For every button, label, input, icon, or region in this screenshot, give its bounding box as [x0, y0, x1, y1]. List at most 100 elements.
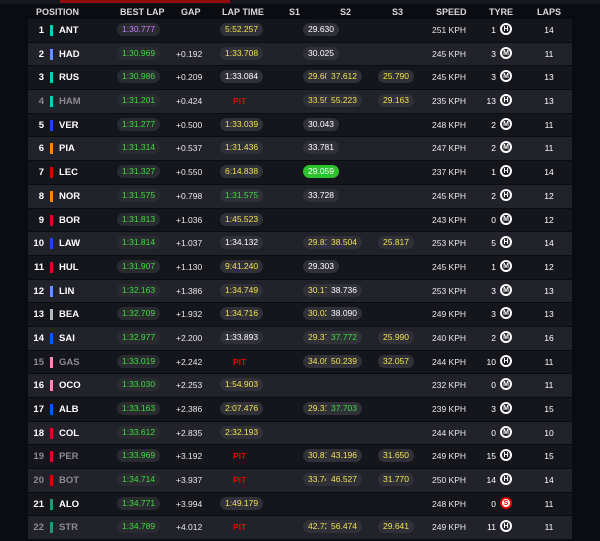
tyre-compound-icon: H — [500, 449, 512, 462]
tyre-compound-icon: M — [500, 46, 512, 59]
table-row[interactable]: 9 BOR 1:31.813 +1.036 1:45.523 243 KPH 0 M 12 — [28, 208, 572, 233]
header-tyre[interactable]: TYRE — [489, 7, 513, 17]
laps-value: 11 — [544, 48, 554, 59]
table-row[interactable]: 11 HUL 1:31.907 +1.130 9:41.240 29.303 245 KPH… — [28, 255, 572, 280]
tyre-compound-icon: H — [500, 94, 512, 107]
driver-code: LAW — [59, 238, 81, 250]
lap-time-value: 1:49.179 — [220, 496, 264, 510]
team-color-bar — [50, 285, 53, 297]
header-gap[interactable]: GAP — [181, 7, 201, 17]
table-row[interactable]: 14 SAI 1:32.977 +2.200 1:33.893 29.371 37.772 2… — [28, 326, 572, 351]
table-row[interactable]: 1 ANT 1:30.777 5:52.257 29.630 251 KPH 1 H 14 — [28, 19, 572, 43]
lap-time-value: 1:31.575 — [220, 188, 264, 202]
laps-value: 13 — [544, 96, 554, 107]
header-lap-time[interactable]: LAP TIME — [222, 7, 264, 17]
driver-code: STR — [59, 522, 78, 534]
driver-code: ANT — [59, 25, 79, 36]
header-position[interactable]: POSITION — [36, 7, 79, 17]
driver-code: LIN — [59, 285, 75, 297]
table-row[interactable]: 17 ALB 1:33.163 +2.386 2:07.476 29.317 37.703 2… — [28, 398, 572, 422]
header-speed[interactable]: SPEED — [436, 7, 467, 17]
best-lap-value: 1:30.969 — [117, 46, 161, 60]
gap-value: +1.037 — [176, 238, 203, 249]
sector-1-value: 33.728 — [303, 188, 339, 202]
sector-2-value: 38.090 — [326, 307, 362, 321]
laps-value: 11 — [544, 356, 554, 367]
lap-time-value: 1:33.708 — [220, 46, 264, 60]
row-position: 12 — [33, 285, 44, 297]
sector-3-value: 29.163 — [378, 94, 414, 108]
table-row[interactable]: 2 HAD 1:30.969 +0.192 1:33.708 30.025 245 KPH 3… — [28, 42, 572, 67]
tyre-compound-icon: M — [500, 378, 512, 391]
gap-value: +3.937 — [176, 475, 203, 486]
lap-time-value: 5:52.257 — [220, 23, 264, 36]
team-color-bar — [50, 380, 53, 392]
table-row[interactable]: 10 LAW 1:31.814 +1.037 1:34.132 29.811 38.504 2… — [28, 232, 572, 256]
tyre-age: 0 — [491, 498, 496, 509]
table-row[interactable]: 7 LEC 1:31.327 +0.550 6:14.838 29.059 237 KPH 1… — [28, 161, 572, 185]
table-row[interactable]: 4 HAM 1:31.201 +0.424 PIT 33.596 55.223 29.163 2… — [28, 90, 572, 114]
row-position: 20 — [33, 475, 44, 487]
team-color-bar — [50, 48, 53, 60]
laps-value: 11 — [544, 119, 554, 130]
sector-1-value: 29.630 — [303, 23, 339, 36]
table-row[interactable]: 22 STR 1:34.789 +4.012 PIT 42.726 56.474 29.641… — [28, 516, 572, 541]
tyre-age: 3 — [491, 48, 496, 59]
gap-value: +0.550 — [176, 167, 203, 178]
tyre-age: 15 — [486, 451, 496, 462]
sector-2-value: 55.223 — [326, 94, 362, 108]
row-position: 16 — [33, 380, 44, 392]
lap-time-value: 6:14.838 — [220, 165, 264, 179]
speed-value: 253 KPH — [432, 238, 467, 249]
table-row[interactable]: 20 BOT 1:34.714 +3.937 PIT 33.741 46.527 31.770… — [28, 469, 572, 493]
header-laps[interactable]: LAPS — [537, 7, 561, 17]
lap-time-value: 1:33.039 — [220, 117, 264, 131]
gap-value: +4.012 — [176, 522, 203, 533]
table-row[interactable]: 19 PER 1:33.969 +3.192 PIT 30.811 43.196 31.650… — [28, 445, 572, 470]
row-position: 18 — [33, 427, 44, 439]
speed-value: 249 KPH — [432, 309, 467, 320]
table-row[interactable]: 12 LIN 1:32.163 +1.386 1:34.749 30.172 38.736 2… — [28, 279, 572, 304]
team-color-bar — [50, 214, 53, 226]
tyre-age: 3 — [491, 309, 496, 320]
speed-value: 244 KPH — [432, 356, 467, 367]
tyre-compound-icon: S — [500, 496, 512, 509]
header-best-lap[interactable]: BEST LAP — [120, 7, 165, 17]
speed-value: 232 KPH — [432, 380, 467, 391]
speed-value: 240 KPH — [432, 332, 467, 343]
best-lap-value: 1:31.575 — [117, 188, 161, 202]
header-s1[interactable]: S1 — [289, 7, 300, 17]
table-row[interactable]: 18 COL 1:33.612 +2.835 2:32.193 244 KPH 0 M 10 — [28, 421, 572, 446]
table-row[interactable]: 16 OCO 1:33.030 +2.253 1:54.903 232 KPH 0 M 11 — [28, 374, 572, 398]
lap-time-value: 1:33.084 — [220, 70, 264, 84]
speed-value: 244 KPH — [432, 427, 467, 438]
header-s3[interactable]: S3 — [392, 7, 403, 17]
best-lap-value: 1:34.714 — [117, 473, 161, 487]
speed-value: 239 KPH — [432, 404, 467, 414]
best-lap-value: 1:31.327 — [117, 165, 161, 179]
table-row[interactable]: 15 GAS 1:33.019 +2.242 PIT 34.097 50.239 32.057… — [28, 350, 572, 375]
gap-value: +1.036 — [176, 214, 203, 225]
driver-code: BOR — [59, 214, 81, 226]
table-row[interactable]: 6 PIA 1:31.314 +0.537 1:31.436 33.781 247 KPH 2… — [28, 137, 572, 162]
gap-value: +3.994 — [176, 498, 203, 509]
sector-1-value: 30.043 — [303, 117, 339, 131]
table-row[interactable]: 13 BEA 1:32.709 +1.932 1:34.716 30.020 38.090 2… — [28, 303, 572, 327]
table-row[interactable]: 5 VER 1:31.277 +0.500 1:33.039 30.043 248 KPH 2… — [28, 113, 572, 138]
table-row[interactable]: 21 ALO 1:34.771 +3.994 1:49.179 248 KPH 0 S 11 — [28, 492, 572, 517]
tyre-compound-icon: M — [500, 259, 512, 272]
table-row[interactable]: 3 RUS 1:30.986 +0.209 1:33.084 29.682 37.612 25… — [28, 66, 572, 91]
row-position: 7 — [38, 167, 44, 179]
best-lap-value: 1:32.709 — [117, 307, 161, 321]
sector-3-value: 25.990 — [378, 330, 414, 344]
table-row[interactable]: 8 NOR 1:31.575 +0.798 1:31.575 33.728 245 KPH 2… — [28, 184, 572, 209]
pit-indicator: PIT — [233, 522, 247, 533]
row-position: 5 — [38, 119, 44, 131]
speed-value: 251 KPH — [432, 25, 467, 35]
header-s2[interactable]: S2 — [340, 7, 351, 17]
speed-value: 235 KPH — [432, 96, 467, 107]
sector-3-value: 31.650 — [378, 449, 414, 463]
tyre-compound-icon: H — [500, 23, 512, 35]
driver-code: RUS — [59, 72, 80, 84]
gap-value: +2.386 — [176, 404, 203, 414]
